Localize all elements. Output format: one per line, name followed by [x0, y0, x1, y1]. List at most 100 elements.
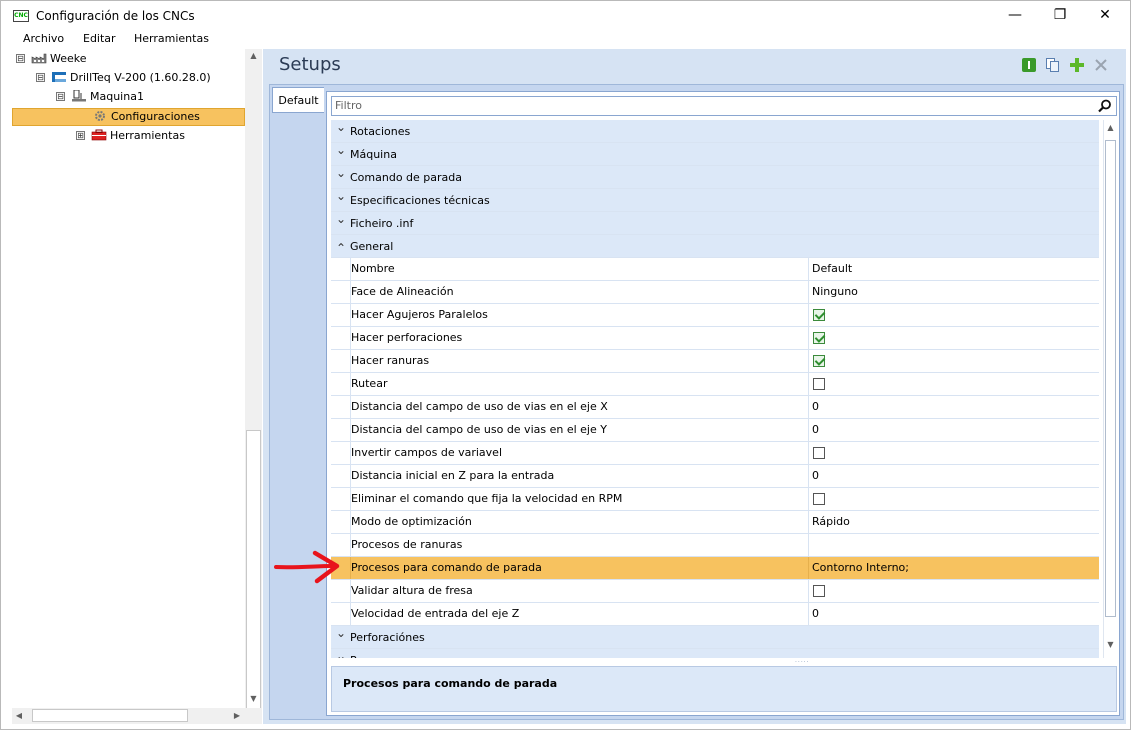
property-checkbox-cell[interactable]	[808, 327, 1099, 349]
property-row[interactable]: Distancia del campo de uso de vias en el…	[331, 396, 1099, 419]
category-label: Rotaciones	[350, 125, 411, 138]
chevron-down-icon[interactable]: ⌄	[336, 166, 346, 180]
property-checkbox-cell[interactable]	[808, 442, 1099, 464]
property-row[interactable]: Invertir campos de variavel	[331, 442, 1099, 465]
property-value[interactable]: 0	[808, 603, 1099, 625]
checkbox-checked[interactable]	[813, 332, 825, 344]
checkbox-checked[interactable]	[813, 309, 825, 321]
chevron-down-icon[interactable]: ⌄	[336, 189, 346, 203]
property-value[interactable]: Ninguno	[808, 281, 1099, 303]
property-checkbox-cell[interactable]	[808, 350, 1099, 372]
info-icon[interactable]	[1021, 57, 1037, 73]
category-label: Ficheiro .inf	[350, 217, 414, 230]
checkbox-unchecked[interactable]	[813, 378, 825, 390]
chevron-down-icon[interactable]: ⌄	[336, 212, 346, 226]
property-value[interactable]	[808, 534, 1099, 556]
property-value[interactable]: 0	[808, 419, 1099, 441]
property-value[interactable]: Rápido	[808, 511, 1099, 533]
property-row[interactable]: Nombre Default	[331, 258, 1099, 281]
tree-item-label: Configuraciones	[111, 110, 200, 123]
property-row[interactable]: Hacer Agujeros Paralelos	[331, 304, 1099, 327]
window-title: Configuración de los CNCs	[36, 9, 195, 23]
app-window: CNC Configuración de los CNCs — ❐ ✕ Arch…	[0, 0, 1131, 730]
property-name: Eliminar el comando que fija la velocida…	[350, 488, 808, 510]
category-row[interactable]: ⌄ Ficheiro .inf	[331, 212, 1099, 235]
filter-input[interactable]: Filtro	[331, 96, 1117, 116]
property-name: Face de Alineación	[350, 281, 808, 303]
search-icon[interactable]	[1098, 99, 1112, 113]
category-row[interactable]: ⌄ Máquina	[331, 143, 1099, 166]
grid-vertical-scrollbar[interactable]: ▲ ▼	[1103, 120, 1117, 658]
splitter-handle[interactable]: ·····	[795, 659, 810, 666]
add-icon[interactable]	[1069, 57, 1085, 73]
delete-icon[interactable]	[1093, 57, 1109, 73]
scroll-thumb[interactable]	[246, 430, 261, 716]
menu-editar[interactable]: Editar	[83, 32, 116, 45]
chevron-down-icon[interactable]: ⌄	[336, 143, 346, 157]
property-value[interactable]: Contorno Interno;	[808, 557, 1099, 579]
copy-icon[interactable]	[1045, 57, 1061, 73]
scroll-up-icon[interactable]: ▲	[245, 51, 262, 60]
chevron-down-icon[interactable]: ⌄	[336, 626, 346, 640]
property-row[interactable]: Procesos para comando de parada Contorno …	[331, 557, 1099, 580]
property-name: Modo de optimización	[350, 511, 808, 533]
property-checkbox-cell[interactable]	[808, 373, 1099, 395]
collapse-icon[interactable]: ⊟	[36, 73, 45, 82]
checkbox-unchecked[interactable]	[813, 585, 825, 597]
property-row[interactable]: Hacer perforaciones	[331, 327, 1099, 350]
property-row[interactable]: Distancia inicial en Z para la entrada 0	[331, 465, 1099, 488]
title-bar[interactable]: CNC Configuración de los CNCs — ❐ ✕	[1, 1, 1130, 30]
tree-horizontal-scrollbar[interactable]: ◀ ▶	[12, 708, 262, 724]
filter-placeholder: Filtro	[335, 99, 362, 112]
tree-vertical-scrollbar[interactable]: ▲ ▼	[245, 49, 262, 716]
scroll-left-icon[interactable]: ◀	[14, 711, 24, 720]
property-panel: Filtro ⌄ Rotaciones ⌄ Máquina ⌄ Comando de pa…	[326, 91, 1120, 716]
category-row[interactable]: ⌄ Ranuras	[331, 649, 1099, 658]
scroll-right-icon[interactable]: ▶	[232, 711, 242, 720]
chevron-down-icon[interactable]: ⌄	[336, 649, 346, 658]
close-button[interactable]: ✕	[1082, 1, 1128, 30]
property-value[interactable]: Default	[808, 258, 1099, 280]
collapse-icon[interactable]: ⊟	[56, 92, 65, 101]
tab-default[interactable]: Default	[272, 87, 324, 113]
property-name: Invertir campos de variavel	[350, 442, 808, 464]
property-checkbox-cell[interactable]	[808, 488, 1099, 510]
checkbox-checked[interactable]	[813, 355, 825, 367]
category-row[interactable]: ⌄ Rotaciones	[331, 120, 1099, 143]
scroll-thumb[interactable]	[1105, 140, 1116, 617]
expand-icon[interactable]: ⊞	[76, 131, 85, 140]
category-row[interactable]: ⌄ Comando de parada	[331, 166, 1099, 189]
maximize-button[interactable]: ❐	[1037, 1, 1083, 30]
tree-item-configuraciones[interactable]: Configuraciones	[12, 108, 245, 126]
property-row[interactable]: Hacer ranuras	[331, 350, 1099, 373]
property-row[interactable]: Modo de optimización Rápido	[331, 511, 1099, 534]
scroll-up-icon[interactable]: ▲	[1104, 123, 1117, 132]
property-checkbox-cell[interactable]	[808, 580, 1099, 602]
property-row[interactable]: Distancia del campo de uso de vias en el…	[331, 419, 1099, 442]
menu-herramientas[interactable]: Herramientas	[134, 32, 209, 45]
chevron-down-icon[interactable]: ⌄	[336, 120, 346, 134]
collapse-icon[interactable]: ⊟	[16, 54, 25, 63]
property-row[interactable]: Rutear	[331, 373, 1099, 396]
property-row[interactable]: Face de Alineación Ninguno	[331, 281, 1099, 304]
property-value[interactable]: 0	[808, 465, 1099, 487]
category-row[interactable]: ⌄ Perforaciónes	[331, 626, 1099, 649]
scroll-thumb[interactable]	[32, 709, 188, 722]
checkbox-unchecked[interactable]	[813, 447, 825, 459]
property-checkbox-cell[interactable]	[808, 304, 1099, 326]
checkbox-unchecked[interactable]	[813, 493, 825, 505]
minimize-button[interactable]: —	[992, 1, 1038, 30]
scroll-down-icon[interactable]: ▼	[1104, 640, 1117, 649]
property-row[interactable]: Velocidad de entrada del eje Z0	[331, 603, 1099, 626]
property-value[interactable]: 0	[808, 396, 1099, 418]
category-row[interactable]: ⌄ Especificaciones técnicas	[331, 189, 1099, 212]
setup-tabs: Default Filtro ⌄ Rotaciones ⌄ Máquina ⌄ Coman…	[269, 84, 1124, 720]
scroll-down-icon[interactable]: ▼	[245, 694, 262, 703]
property-row[interactable]: Procesos de ranuras	[331, 534, 1099, 557]
tree-item-label: Herramientas	[110, 129, 185, 142]
chevron-up-icon[interactable]: ⌃	[336, 241, 346, 255]
property-row[interactable]: Validar altura de fresa	[331, 580, 1099, 603]
property-row[interactable]: Eliminar el comando que fija la velocida…	[331, 488, 1099, 511]
category-row[interactable]: ⌃ General	[331, 235, 1099, 258]
menu-archivo[interactable]: Archivo	[23, 32, 64, 45]
